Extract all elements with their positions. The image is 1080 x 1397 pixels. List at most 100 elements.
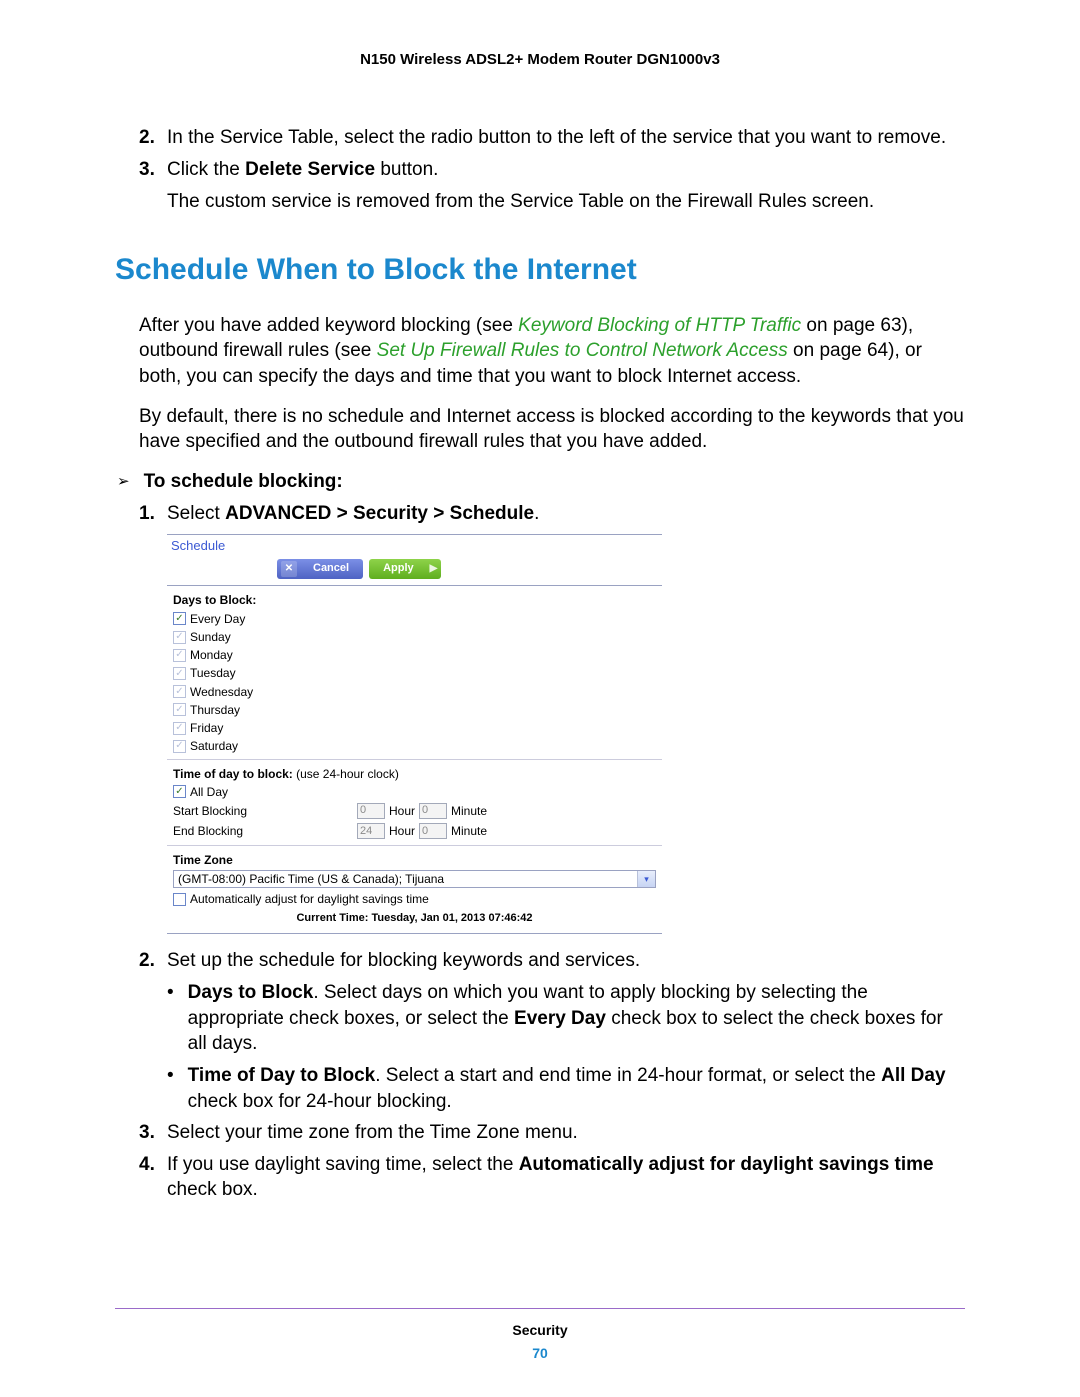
step-number: 3. bbox=[139, 1120, 167, 1146]
intro-paragraph-1: After you have added keyword blocking (s… bbox=[115, 313, 965, 390]
doc-header: N150 Wireless ADSL2+ Modem Router DGN100… bbox=[115, 50, 965, 70]
checkbox-icon: ✓ bbox=[173, 667, 186, 680]
checkbox-icon: ✓ bbox=[173, 631, 186, 644]
procedure-steps: 1. Select ADVANCED > Security > Schedule… bbox=[115, 501, 965, 527]
button-label: Apply bbox=[373, 561, 424, 576]
checkbox-every-day[interactable]: ✓Every Day bbox=[173, 610, 656, 628]
step-number: 4. bbox=[139, 1152, 167, 1203]
checkbox-label: Sunday bbox=[190, 629, 231, 645]
start-minute-input[interactable]: 0 bbox=[419, 803, 447, 819]
checkbox-auto-dst[interactable]: ✓Automatically adjust for daylight savin… bbox=[173, 890, 656, 908]
checkbox-label: Thursday bbox=[190, 702, 240, 718]
checkbox-wednesday[interactable]: ✓ Wednesday bbox=[173, 683, 656, 701]
checkbox-icon: ✓ bbox=[173, 785, 186, 798]
checkbox-label: Wednesday bbox=[190, 684, 253, 700]
checkbox-icon: ✓ bbox=[173, 649, 186, 662]
checkbox-all-day[interactable]: ✓ All Day bbox=[173, 783, 656, 801]
hour-label: Hour bbox=[389, 803, 415, 819]
timezone-select[interactable]: (GMT-08:00) Pacific Time (US & Canada); … bbox=[173, 870, 656, 888]
step-text: Select ADVANCED > Security > Schedule. bbox=[167, 501, 965, 527]
text: Click the bbox=[167, 159, 245, 180]
step-number: 1. bbox=[139, 501, 167, 527]
sub-bullets: • Days to Block. Select days on which yo… bbox=[115, 980, 965, 1114]
checkbox-tuesday[interactable]: ✓ Tuesday bbox=[173, 664, 656, 682]
button-row: ✕ Cancel Apply ▶ bbox=[167, 555, 662, 586]
link-keyword-blocking[interactable]: Keyword Blocking of HTTP Traffic bbox=[518, 315, 801, 336]
bold-text: Automatically adjust for daylight saving… bbox=[519, 1154, 934, 1175]
procedure-heading: ➢ To schedule blocking: bbox=[115, 469, 965, 495]
bullet-icon: • bbox=[167, 1063, 174, 1114]
checkbox-label: Every Day bbox=[190, 611, 245, 627]
intro-step-2: 2. In the Service Table, select the radi… bbox=[139, 125, 965, 151]
text: check box. bbox=[167, 1179, 258, 1200]
checkbox-icon: ✓ bbox=[173, 740, 186, 753]
close-icon: ✕ bbox=[281, 561, 297, 577]
apply-button[interactable]: Apply ▶ bbox=[369, 559, 441, 579]
bullet-days: • Days to Block. Select days on which yo… bbox=[167, 980, 965, 1057]
button-label: Cancel bbox=[303, 561, 359, 576]
text: After you have added keyword blocking (s… bbox=[139, 315, 518, 336]
current-time: Current Time: Tuesday, Jan 01, 2013 07:4… bbox=[173, 909, 656, 930]
footer-section: Security bbox=[115, 1321, 965, 1340]
checkbox-label: Tuesday bbox=[190, 665, 236, 681]
link-firewall-rules[interactable]: Set Up Firewall Rules to Control Network… bbox=[377, 340, 788, 361]
row-label: End Blocking bbox=[173, 823, 353, 839]
text: button. bbox=[375, 159, 438, 180]
time-zone-section: Time Zone (GMT-08:00) Pacific Time (US &… bbox=[167, 846, 662, 933]
intro-step-3: 3. Click the Delete Service button. The … bbox=[139, 157, 965, 214]
checkbox-label: Monday bbox=[190, 647, 233, 663]
time-label: Time of day to block: (use 24-hour clock… bbox=[173, 766, 656, 782]
start-blocking-row: Start Blocking 0 Hour 0 Minute bbox=[173, 801, 656, 821]
arrow-right-icon: ▶ bbox=[430, 562, 438, 576]
tz-value: (GMT-08:00) Pacific Time (US & Canada); … bbox=[178, 871, 444, 887]
bold-text: Every Day bbox=[514, 1008, 606, 1029]
checkbox-saturday[interactable]: ✓ Saturday bbox=[173, 737, 656, 755]
result-text: The custom service is removed from the S… bbox=[167, 191, 874, 212]
bullet-time: • Time of Day to Block. Select a start a… bbox=[167, 1063, 965, 1114]
schedule-screenshot: Schedule ✕ Cancel Apply ▶ Days to Block:… bbox=[167, 534, 662, 934]
step-number: 2. bbox=[139, 125, 167, 151]
time-of-day-section: Time of day to block: (use 24-hour clock… bbox=[167, 760, 662, 846]
checkbox-label: All Day bbox=[190, 784, 228, 800]
row-label: Start Blocking bbox=[173, 803, 353, 819]
proc-step-4: 4. If you use daylight saving time, sele… bbox=[139, 1152, 965, 1203]
intro-paragraph-2: By default, there is no schedule and Int… bbox=[115, 404, 965, 455]
step-number: 2. bbox=[139, 948, 167, 974]
checkbox-icon: ✓ bbox=[173, 703, 186, 716]
end-minute-input[interactable]: 0 bbox=[419, 823, 447, 839]
cancel-button[interactable]: ✕ Cancel bbox=[277, 559, 363, 579]
step-text: In the Service Table, select the radio b… bbox=[167, 125, 965, 151]
checkbox-friday[interactable]: ✓Friday bbox=[173, 719, 656, 737]
hour-label: Hour bbox=[389, 823, 415, 839]
proc-step-1: 1. Select ADVANCED > Security > Schedule… bbox=[139, 501, 965, 527]
footer-page-number: 70 bbox=[115, 1344, 965, 1363]
bullet-icon: • bbox=[167, 980, 174, 1057]
text: . Select a start and end time in 24-hour… bbox=[375, 1065, 881, 1086]
label-note: (use 24-hour clock) bbox=[293, 767, 399, 781]
checkbox-sunday[interactable]: ✓ Sunday bbox=[173, 628, 656, 646]
step-number: 3. bbox=[139, 157, 167, 214]
checkbox-monday[interactable]: ✓ Monday bbox=[173, 646, 656, 664]
text: . bbox=[534, 503, 539, 524]
procedure-steps-cont: 2. Set up the schedule for blocking keyw… bbox=[115, 948, 965, 974]
days-to-block-section: Days to Block: ✓Every Day ✓Sunday ✓Monda… bbox=[167, 586, 662, 761]
label-bold: Time of day to block: bbox=[173, 767, 293, 781]
panel-title: Schedule bbox=[167, 535, 662, 555]
end-hour-input[interactable]: 24 bbox=[357, 823, 385, 839]
proc-step-3: 3. Select your time zone from the Time Z… bbox=[139, 1120, 965, 1146]
intro-step-list: 2. In the Service Table, select the radi… bbox=[115, 125, 965, 214]
procedure-arrow-icon: ➢ bbox=[117, 472, 130, 492]
minute-label: Minute bbox=[451, 803, 487, 819]
chevron-down-icon: ▾ bbox=[637, 871, 655, 887]
checkbox-thursday[interactable]: ✓ Thursday bbox=[173, 701, 656, 719]
bold-text: Time of Day to Block bbox=[188, 1065, 376, 1086]
start-hour-input[interactable]: 0 bbox=[357, 803, 385, 819]
minute-label: Minute bbox=[451, 823, 487, 839]
end-blocking-row: End Blocking 24 Hour 0 Minute bbox=[173, 821, 656, 841]
checkbox-label: Saturday bbox=[190, 738, 238, 754]
step-text: Click the Delete Service button. The cus… bbox=[167, 157, 965, 214]
bold-text: All Day bbox=[881, 1065, 945, 1086]
checkbox-icon: ✓ bbox=[173, 685, 186, 698]
bold-text: ADVANCED > Security > Schedule bbox=[225, 503, 534, 524]
checkbox-label: Automatically adjust for daylight saving… bbox=[190, 891, 429, 907]
